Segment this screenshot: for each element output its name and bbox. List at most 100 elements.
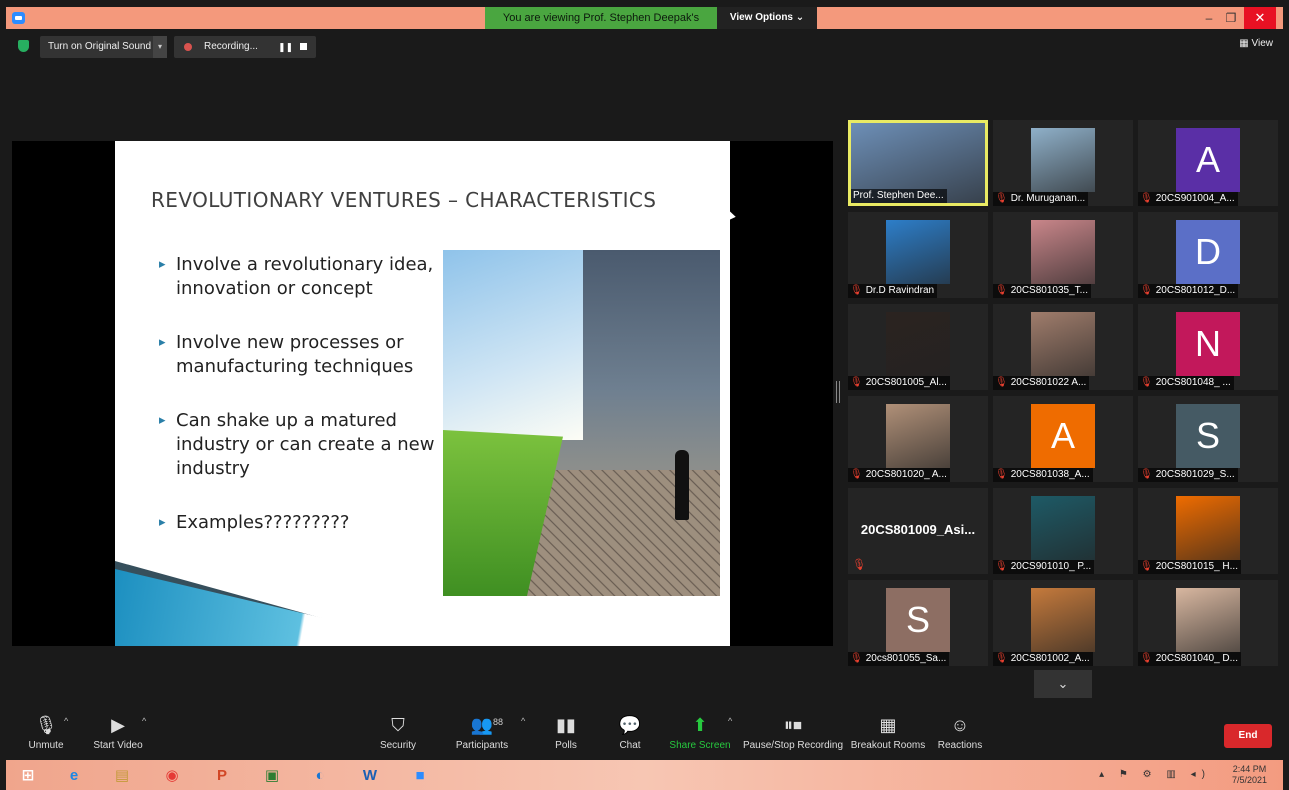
muted-mic-icon: 🎙 xyxy=(995,469,1008,480)
muted-mic-icon: 🎙 xyxy=(1140,377,1153,388)
store-icon[interactable]: ▣ xyxy=(252,763,292,789)
minimize-button[interactable]: – xyxy=(1197,7,1221,29)
panel-splitter[interactable] xyxy=(836,381,840,403)
participant-tile[interactable]: 🎙 Dr. Muruganan... xyxy=(993,120,1133,206)
recording-label: Recording... xyxy=(204,41,258,52)
zoom-taskbar-icon[interactable]: ■ xyxy=(400,763,440,789)
participant-name-bar: 🎙 20CS801048_ ... xyxy=(1138,376,1234,390)
title-bar: You are viewing Prof. Stephen Deepak's s… xyxy=(6,7,1283,46)
participants-button[interactable]: 👥 88 Participants ^ xyxy=(442,710,525,751)
participant-tile[interactable]: 🎙 20CS801022 A... xyxy=(993,304,1133,390)
participant-name-bar: 🎙 20CS801029_S... xyxy=(1138,468,1238,482)
original-sound-button[interactable]: Turn on Original Sound xyxy=(40,36,160,58)
pause-stop-icon: ⏸⏹ xyxy=(784,715,802,735)
participant-video xyxy=(1031,588,1095,652)
participant-name-bar: 🎙 20CS901010_ P... xyxy=(993,560,1095,574)
chat-button[interactable]: 💬 Chat xyxy=(590,710,670,751)
view-button[interactable]: ▦ View xyxy=(1239,38,1273,49)
participant-tile[interactable]: 🎙 Dr.D Ravindran xyxy=(848,212,988,298)
muted-mic-icon: 🎙 xyxy=(852,559,866,571)
participant-avatar: S xyxy=(886,588,950,652)
participant-tile[interactable]: D 🎙 20CS801012_D... xyxy=(1138,212,1278,298)
participant-tile[interactable]: S 🎙 20cs801055_Sa... xyxy=(848,580,988,666)
chrome-icon[interactable]: ◉ xyxy=(152,763,192,789)
file-explorer-icon[interactable]: ▤ xyxy=(102,763,142,789)
gallery-next-page-button[interactable]: ⌄ xyxy=(1034,670,1092,698)
chevron-up-icon[interactable]: ^ xyxy=(728,716,732,726)
participant-video xyxy=(1031,312,1095,376)
participant-tile[interactable]: 🎙 20CS801040_ D... xyxy=(1138,580,1278,666)
participant-tile[interactable]: A 🎙 20CS801038_A... xyxy=(993,396,1133,482)
muted-mic-icon: 🎙 xyxy=(1140,469,1153,480)
chevron-down-icon[interactable]: ▾ xyxy=(153,36,167,58)
participant-tile[interactable]: 🎙 20CS901010_ P... xyxy=(993,488,1133,574)
participant-tile[interactable]: 🎙 20CS801020_ A... xyxy=(848,396,988,482)
chevron-up-icon[interactable]: ^ xyxy=(521,716,525,726)
breakout-rooms-icon: ▦ xyxy=(879,715,897,735)
participant-tile[interactable]: Prof. Stephen Dee... xyxy=(848,120,988,206)
participant-tile[interactable]: 🎙 20CS801035_T... xyxy=(993,212,1133,298)
participant-tile[interactable]: N 🎙 20CS801048_ ... xyxy=(1138,304,1278,390)
view-options-button[interactable]: View Options ⌄ xyxy=(717,7,817,29)
unmute-button[interactable]: 🎙 Unmute ^ xyxy=(6,710,86,751)
internet-explorer-icon[interactable]: e xyxy=(54,763,94,789)
chevron-up-icon[interactable]: ^ xyxy=(64,716,68,726)
muted-mic-icon: 🎙 xyxy=(995,285,1008,296)
participant-tile[interactable]: A 🎙 20CS901004_A... xyxy=(1138,120,1278,206)
participant-tile[interactable]: 20CS801009_Asi... 🎙 xyxy=(848,488,988,574)
muted-mic-icon: 🎙 xyxy=(1140,285,1153,296)
participant-name: Prof. Stephen Dee... xyxy=(853,190,944,201)
shield-icon[interactable] xyxy=(18,40,29,52)
participant-name: 20CS801005_Al... xyxy=(865,377,947,388)
participant-name: 20CS801022 A... xyxy=(1010,377,1087,388)
presentation-slide: REVOLUTIONARY VENTURES – CHARACTERISTICS… xyxy=(115,141,730,646)
participant-avatar: A xyxy=(1031,404,1095,468)
participant-name: 20CS801048_ ... xyxy=(1155,377,1231,388)
participant-name: Dr. Muruganan... xyxy=(1010,193,1086,204)
unmute-label: Unmute xyxy=(28,740,64,751)
system-clock[interactable]: 2:44 PM 7/5/2021 xyxy=(1232,764,1267,786)
participant-avatar: D xyxy=(1176,220,1240,284)
word-icon[interactable]: W xyxy=(350,763,390,789)
shield-icon: ⛉ xyxy=(391,715,405,735)
participant-name-bar: 🎙 20CS801022 A... xyxy=(993,376,1090,390)
participants-icon: 👥 xyxy=(470,715,494,735)
windows-start-icon[interactable]: ⊞ xyxy=(8,763,48,789)
participant-tile[interactable]: S 🎙 20CS801029_S... xyxy=(1138,396,1278,482)
pause-stop-recording-button[interactable]: ⏸⏹ Pause/Stop Recording xyxy=(742,710,844,751)
recording-indicator: Recording... ❚❚ xyxy=(174,36,316,58)
muted-mic-icon: 🎙 xyxy=(850,653,863,664)
participant-tile[interactable]: 🎙 20CS801005_Al... xyxy=(848,304,988,390)
zoom-window: You are viewing Prof. Stephen Deepak's s… xyxy=(0,0,1289,790)
stop-icon[interactable] xyxy=(300,43,307,50)
edge-icon[interactable]: ◐ xyxy=(300,763,340,789)
participant-tile[interactable]: 🎙 20CS801002_A... xyxy=(993,580,1133,666)
muted-mic-icon: 🎙 xyxy=(995,653,1008,664)
breakout-rooms-button[interactable]: ▦ Breakout Rooms xyxy=(848,710,928,751)
restore-button[interactable]: ❐ xyxy=(1219,7,1243,29)
participant-name-bar: Prof. Stephen Dee... xyxy=(851,189,947,203)
clock-date: 7/5/2021 xyxy=(1231,775,1267,785)
end-meeting-button[interactable]: End xyxy=(1224,724,1272,748)
security-button[interactable]: ⛉ Security xyxy=(358,710,438,751)
muted-mic-icon: 🎙 xyxy=(1140,653,1153,664)
muted-mic-icon: 🎙 xyxy=(850,377,863,388)
participant-name: 20CS901010_ P... xyxy=(1010,561,1092,572)
close-button[interactable]: ✕ xyxy=(1244,7,1276,29)
illustration-person xyxy=(675,450,689,520)
share-screen-button[interactable]: ⬆ Share Screen ^ xyxy=(660,710,740,751)
participant-video xyxy=(1031,220,1095,284)
participant-name: 20CS801035_T... xyxy=(1010,285,1088,296)
reactions-button[interactable]: ☺ Reactions xyxy=(920,710,1000,751)
chevron-up-icon[interactable]: ^ xyxy=(142,716,146,726)
participant-video xyxy=(886,220,950,284)
participant-big-name: 20CS801009_Asi... xyxy=(860,522,976,537)
participant-name: 20CS801020_ A... xyxy=(865,469,947,480)
start-video-button[interactable]: ▶ Start Video ^ xyxy=(78,710,158,751)
pause-icon[interactable]: ❚❚ xyxy=(278,36,293,58)
breakout-rooms-label: Breakout Rooms xyxy=(850,740,926,751)
powerpoint-icon[interactable]: P xyxy=(202,763,242,789)
participant-name-bar: 🎙 20CS801002_A... xyxy=(993,652,1093,666)
participant-tile[interactable]: 🎙 20CS801015_ H... xyxy=(1138,488,1278,574)
system-tray-icons[interactable]: ▴ ⚑ ⚙ ▥ ◂) xyxy=(1099,769,1211,780)
